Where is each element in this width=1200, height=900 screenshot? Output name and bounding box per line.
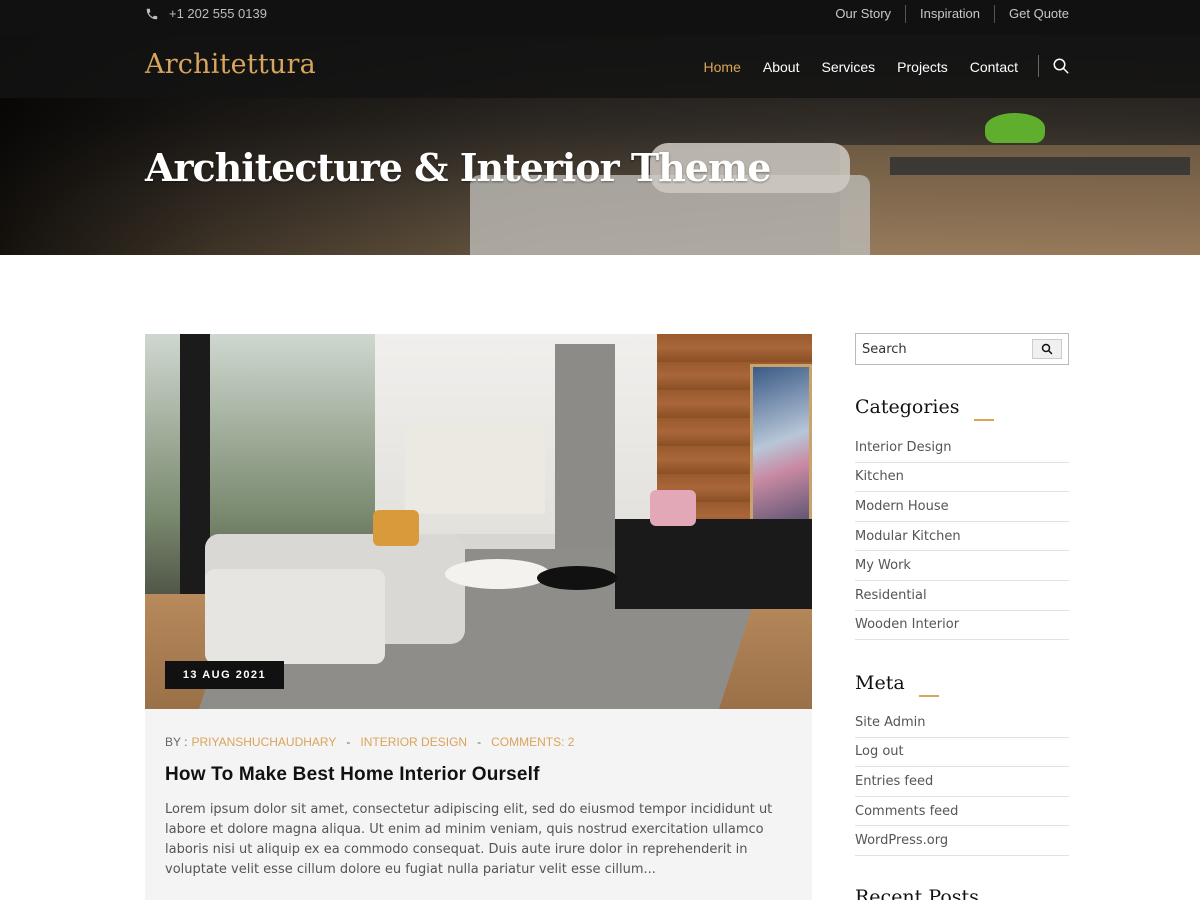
category-link[interactable]: Interior Design [855, 433, 1069, 463]
sidebar-search [855, 333, 1069, 365]
search-submit-button[interactable] [1032, 339, 1062, 359]
main-navigation: Architettura Home About Services Project… [0, 35, 1200, 98]
phone-number: +1 202 555 0139 [169, 6, 267, 21]
recent-posts-heading: Recent Posts [855, 886, 979, 900]
heading-accent-bar [973, 419, 994, 421]
nav-item-home[interactable]: Home [704, 59, 741, 75]
meta-link[interactable]: WordPress.org [855, 826, 1069, 856]
phone-contact[interactable]: +1 202 555 0139 [145, 0, 267, 27]
post-featured-image[interactable]: 13 AUG 2021 [145, 334, 812, 709]
category-link[interactable]: Wooden Interior [855, 611, 1069, 641]
hero-plant-shape [985, 113, 1045, 143]
hero-banner: Architettura Home About Services Project… [0, 35, 1200, 255]
meta-link[interactable]: Comments feed [855, 797, 1069, 827]
category-link[interactable]: Modular Kitchen [855, 522, 1069, 552]
meta-category-link[interactable]: INTERIOR DESIGN [360, 735, 467, 749]
categories-list: Interior Design Kitchen Modern House Mod… [855, 433, 1069, 641]
post-meta: BY : PRIYANSHUCHAUDHARY - INTERIOR DESIG… [165, 735, 574, 749]
post-title[interactable]: How To Make Best Home Interior Ourself [165, 764, 540, 786]
phone-icon [146, 8, 158, 19]
image-bench-shape [615, 519, 812, 609]
meta-title: Meta [855, 672, 905, 694]
meta-separator: - [477, 735, 482, 749]
category-link[interactable]: Modern House [855, 492, 1069, 522]
link-get-quote[interactable]: Get Quote [994, 5, 1069, 23]
link-inspiration[interactable]: Inspiration [905, 5, 994, 23]
meta-link[interactable]: Site Admin [855, 708, 1069, 738]
nav-divider [1038, 55, 1039, 77]
image-pillow-shape [373, 510, 419, 546]
blog-post-card: 13 AUG 2021 BY : PRIYANSHUCHAUDHARY - IN… [145, 334, 812, 900]
meta-list: Site Admin Log out Entries feed Comments… [855, 708, 1069, 856]
image-pillow-shape [650, 490, 696, 526]
heading-accent-bar [918, 695, 939, 697]
categories-heading: Categories [855, 396, 994, 421]
meta-comments-link[interactable]: COMMENTS: 2 [491, 735, 574, 749]
nav-item-about[interactable]: About [763, 59, 800, 75]
category-link[interactable]: My Work [855, 551, 1069, 581]
search-icon[interactable] [1052, 57, 1070, 75]
meta-heading: Meta [855, 672, 939, 697]
nav-item-services[interactable]: Services [821, 59, 875, 75]
nav-item-contact[interactable]: Contact [970, 59, 1018, 75]
meta-link[interactable]: Log out [855, 738, 1069, 768]
categories-title: Categories [855, 396, 960, 418]
image-fireplace-shape [555, 344, 615, 554]
meta-author-link[interactable]: PRIYANSHUCHAUDHARY [191, 735, 336, 749]
image-sofa-arm-shape [205, 569, 385, 664]
post-excerpt: Lorem ipsum dolor sit amet, consectetur … [165, 802, 773, 877]
hero-table-shape [890, 157, 1190, 175]
image-side-table-shape [537, 566, 617, 590]
meta-separator: - [346, 735, 351, 749]
image-kitchen-shape [405, 424, 545, 514]
image-coffee-table-shape [445, 559, 550, 589]
meta-by-label: BY : [165, 735, 188, 749]
site-logo[interactable]: Architettura [145, 49, 316, 80]
page-title: Architecture & Interior Theme [145, 145, 771, 190]
search-input[interactable] [862, 340, 1027, 358]
category-link[interactable]: Kitchen [855, 463, 1069, 493]
category-link[interactable]: Residential [855, 581, 1069, 611]
link-our-story[interactable]: Our Story [835, 5, 905, 23]
meta-link[interactable]: Entries feed [855, 767, 1069, 797]
search-icon [1041, 343, 1053, 355]
nav-menu: Home About Services Projects Contact [704, 35, 1018, 98]
post-date-badge: 13 AUG 2021 [165, 661, 284, 689]
top-links: Our Story Inspiration Get Quote [835, 0, 1069, 28]
top-bar: +1 202 555 0139 Our Story Inspiration Ge… [0, 0, 1200, 35]
nav-item-projects[interactable]: Projects [897, 59, 948, 75]
